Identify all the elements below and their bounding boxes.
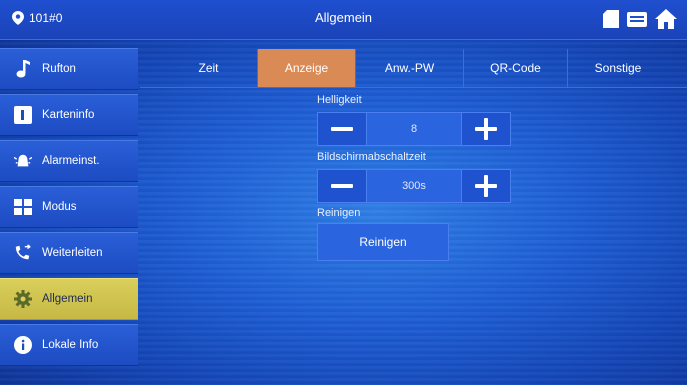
brightness-decrease-button[interactable] xyxy=(317,112,367,146)
alarm-icon xyxy=(14,152,32,170)
tab-bar: Zeit Anzeige Anw.-PW QR-Code Sonstige xyxy=(160,49,680,87)
brightness-label: Helligkeit xyxy=(317,94,362,106)
page-title: Allgemein xyxy=(314,10,373,25)
tab-qr-code[interactable]: QR-Code xyxy=(464,49,568,87)
top-bar: 101#0 Allgemein xyxy=(0,0,687,40)
sidebar-item-label: Alarmeinst. xyxy=(42,155,100,167)
minus-icon xyxy=(331,127,353,131)
screen-off-stepper: 300s xyxy=(317,169,511,203)
forward-call-icon xyxy=(14,244,32,262)
modes-icon xyxy=(14,198,32,216)
sidebar-item-label: Rufton xyxy=(42,63,76,75)
plus-icon xyxy=(475,118,497,140)
sidebar-item-alarmeinst[interactable]: Alarmeinst. xyxy=(0,140,138,182)
sidebar-item-karteninfo[interactable]: Karteninfo xyxy=(0,94,138,136)
sidebar-item-lokale-info[interactable]: Lokale Info xyxy=(0,324,138,366)
tab-divider xyxy=(140,87,687,88)
tab-anw-pw[interactable]: Anw.-PW xyxy=(356,49,464,87)
sidebar: Rufton Karteninfo Alarmeinst. Modus Weit… xyxy=(0,41,140,385)
brightness-increase-button[interactable] xyxy=(461,112,511,146)
plus-icon xyxy=(475,175,497,197)
clean-button[interactable]: Reinigen xyxy=(317,223,449,261)
sidebar-item-modus[interactable]: Modus xyxy=(0,186,138,228)
screen-off-value: 300s xyxy=(367,169,461,203)
home-icon[interactable] xyxy=(655,9,677,34)
screen-off-increase-button[interactable] xyxy=(461,169,511,203)
brightness-stepper: 8 xyxy=(317,112,511,146)
sidebar-item-allgemein[interactable]: Allgemein xyxy=(0,278,138,320)
sidebar-item-label: Modus xyxy=(42,201,77,213)
music-note-icon xyxy=(14,60,32,78)
sidebar-item-label: Lokale Info xyxy=(42,339,99,351)
sidebar-item-label: Weiterleiten xyxy=(42,247,103,259)
card-icon xyxy=(14,106,32,124)
clean-label: Reinigen xyxy=(317,207,361,219)
sidebar-item-rufton[interactable]: Rufton xyxy=(0,48,138,90)
brightness-value: 8 xyxy=(367,112,461,146)
tab-anzeige[interactable]: Anzeige xyxy=(258,49,356,87)
sidebar-item-label: Karteninfo xyxy=(42,109,95,121)
info-icon xyxy=(14,336,32,354)
gear-icon xyxy=(14,290,32,308)
message-icon[interactable] xyxy=(627,10,647,33)
screen-off-decrease-button[interactable] xyxy=(317,169,367,203)
sd-card-icon[interactable] xyxy=(603,10,619,33)
screen-off-label: Bildschirmabschaltzeit xyxy=(317,151,426,163)
sidebar-item-label: Allgemein xyxy=(42,293,93,305)
tab-sonstige[interactable]: Sonstige xyxy=(568,49,668,87)
minus-icon xyxy=(331,184,353,188)
tab-zeit[interactable]: Zeit xyxy=(160,49,258,87)
sidebar-item-weiterleiten[interactable]: Weiterleiten xyxy=(0,232,138,274)
